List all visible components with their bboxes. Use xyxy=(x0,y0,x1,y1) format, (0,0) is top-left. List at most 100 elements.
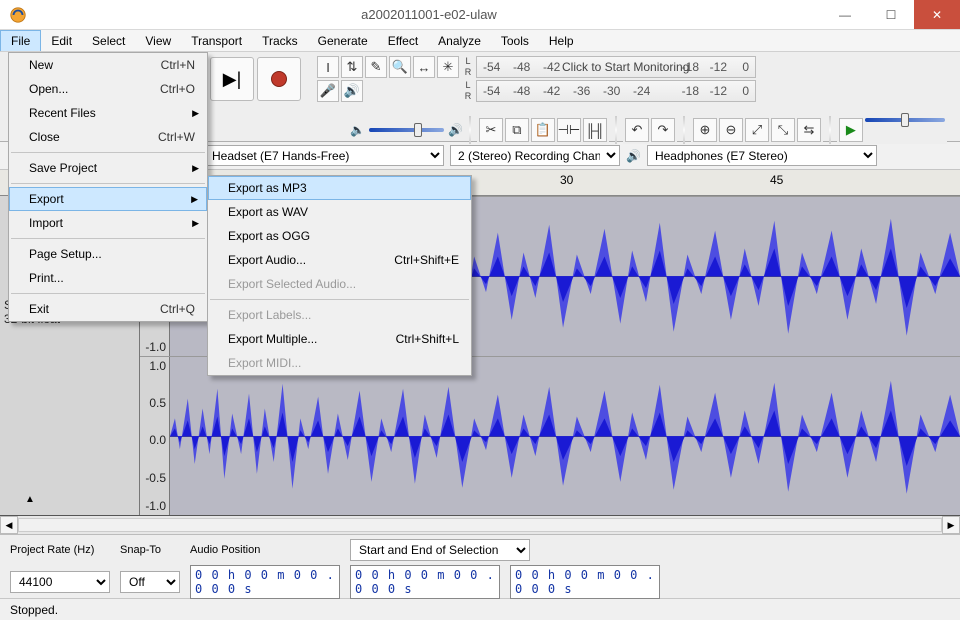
file-menu-item[interactable]: CloseCtrl+W xyxy=(9,125,207,149)
play-at-speed-toolbar: ▶ xyxy=(837,116,947,144)
menu-view[interactable]: View xyxy=(135,30,181,51)
zoom-in-icon[interactable]: ⊕ xyxy=(693,118,717,142)
window-title: a2002011001-e02-ulaw xyxy=(36,7,822,22)
menu-tracks[interactable]: Tracks xyxy=(252,30,308,51)
timeshift-tool-icon[interactable]: ↔ xyxy=(413,56,435,78)
speaker-max-icon: 🔊 xyxy=(448,123,463,137)
selection-mode-select[interactable]: Start and End of Selection xyxy=(350,539,530,561)
menu-bar: File Edit Select View Transport Tracks G… xyxy=(0,30,960,52)
snap-to-label: Snap-To xyxy=(120,544,180,556)
envelope-tool-icon[interactable]: ⇅ xyxy=(341,56,363,78)
zoom-toolbar: ⊕ ⊖ ⤢ ⤡ ⇆ xyxy=(691,116,823,144)
tool-grid: I ⇅ ✎ 🔍 ↔ ✳ 🎤 🔊 xyxy=(317,56,459,102)
status-bar: Stopped. xyxy=(0,598,960,620)
record-icon xyxy=(271,71,287,87)
file-menu-item[interactable]: Export▶ xyxy=(9,187,207,211)
export-menu-item[interactable]: Export Multiple...Ctrl+Shift+L xyxy=(208,327,471,351)
selection-toolbar: Project Rate (Hz) Snap-To Audio Position… xyxy=(0,534,960,598)
app-logo xyxy=(6,3,30,27)
undo-icon[interactable]: ↶ xyxy=(625,118,649,142)
menu-generate[interactable]: Generate xyxy=(308,30,378,51)
silence-icon[interactable]: ╟╢ xyxy=(583,118,607,142)
audio-position-label: Audio Position xyxy=(190,544,340,556)
selection-end-value[interactable]: 0 0 h 0 0 m 0 0 . 0 0 0 s xyxy=(510,565,660,599)
draw-tool-icon[interactable]: ✎ xyxy=(365,56,387,78)
file-menu-item[interactable]: Save Project▶ xyxy=(9,156,207,180)
export-menu-item: Export MIDI... xyxy=(208,351,471,375)
file-menu-item[interactable]: Open...Ctrl+O xyxy=(9,77,207,101)
menu-help[interactable]: Help xyxy=(539,30,584,51)
menu-analyze[interactable]: Analyze xyxy=(428,30,491,51)
redo-icon[interactable]: ↷ xyxy=(651,118,675,142)
playback-dev-icon: 🔊 xyxy=(626,149,641,163)
play-at-speed-icon[interactable]: ▶ xyxy=(839,118,863,142)
file-menu-item[interactable]: Import▶ xyxy=(9,211,207,235)
menu-edit[interactable]: Edit xyxy=(41,30,82,51)
cut-icon[interactable]: ✂ xyxy=(479,118,503,142)
speaker-min-icon: 🔈 xyxy=(350,123,365,137)
menu-file[interactable]: File xyxy=(0,30,41,51)
mic-icon[interactable]: 🎤 xyxy=(317,80,339,102)
export-menu-item[interactable]: Export Audio...Ctrl+Shift+E xyxy=(208,248,471,272)
undo-toolbar: ↶ ↷ xyxy=(623,116,677,144)
file-menu-item[interactable]: ExitCtrl+Q xyxy=(9,297,207,321)
export-menu-item[interactable]: Export as OGG xyxy=(208,224,471,248)
status-text: Stopped. xyxy=(10,603,58,617)
zoom-tool-icon[interactable]: 🔍 xyxy=(389,56,411,78)
copy-icon[interactable]: ⧉ xyxy=(505,118,529,142)
collapse-icon[interactable]: ▲ xyxy=(25,494,35,505)
play-meter-bar[interactable]: -54 -48 -42 -36 -30 -24 -18 -12 0 xyxy=(476,80,756,102)
title-bar: a2002011001-e02-ulaw ― ☐ ✕ xyxy=(0,0,960,30)
record-button[interactable] xyxy=(257,57,301,101)
menu-transport[interactable]: Transport xyxy=(181,30,252,51)
scroll-left-icon[interactable]: ◀ xyxy=(0,516,18,534)
export-menu-item[interactable]: Export as WAV xyxy=(208,200,471,224)
selection-tool-icon[interactable]: I xyxy=(317,56,339,78)
recording-meter[interactable]: LR -54 -48 -42 Click to Start Monitoring… xyxy=(462,56,756,102)
amplitude-scale: 1.0 0.5 0.0 -0.5 -1.0 xyxy=(140,357,170,516)
close-button[interactable]: ✕ xyxy=(914,0,960,29)
project-rate-select[interactable]: 44100 xyxy=(10,571,110,593)
maximize-button[interactable]: ☐ xyxy=(868,0,914,29)
skip-end-button[interactable]: ▶| xyxy=(210,57,254,101)
menu-effect[interactable]: Effect xyxy=(378,30,428,51)
zoom-toggle-icon[interactable]: ⇆ xyxy=(797,118,821,142)
export-menu-item[interactable]: Export as MP3 xyxy=(208,176,471,200)
scroll-right-icon[interactable]: ▶ xyxy=(942,516,960,534)
file-menu-dropdown: NewCtrl+NOpen...Ctrl+ORecent Files▶Close… xyxy=(8,52,208,322)
menu-tools[interactable]: Tools xyxy=(491,30,539,51)
export-menu-item: Export Selected Audio... xyxy=(208,272,471,296)
edit-toolbar: ✂ ⧉ 📋 ⊣⊢ ╟╢ xyxy=(477,116,609,144)
volume-slider[interactable] xyxy=(369,128,444,132)
audio-host-select[interactable]: Headset (E7 Hands-Free) xyxy=(204,145,444,166)
window-buttons: ― ☐ ✕ xyxy=(822,0,960,29)
file-menu-item[interactable]: Page Setup... xyxy=(9,242,207,266)
snap-to-select[interactable]: Off xyxy=(120,571,180,593)
playback-speed-slider[interactable] xyxy=(865,118,945,122)
zoom-fit-sel-icon[interactable]: ⤢ xyxy=(745,118,769,142)
playback-device-select[interactable]: Headphones (E7 Stereo) xyxy=(647,145,877,166)
rec-meter-bar[interactable]: -54 -48 -42 Click to Start Monitoring -1… xyxy=(476,56,756,78)
volume-slider-group: 🔈 🔊 xyxy=(350,123,463,137)
recording-channels-select[interactable]: 2 (Stereo) Recording Chan xyxy=(450,145,620,166)
paste-icon[interactable]: 📋 xyxy=(531,118,555,142)
zoom-out-icon[interactable]: ⊖ xyxy=(719,118,743,142)
selection-start-value[interactable]: 0 0 h 0 0 m 0 0 . 0 0 0 s xyxy=(350,565,500,599)
multi-tool-icon[interactable]: ✳ xyxy=(437,56,459,78)
file-menu-item[interactable]: NewCtrl+N xyxy=(9,53,207,77)
waveform-right[interactable] xyxy=(170,357,960,516)
horizontal-scrollbar[interactable]: ◀ ▶ xyxy=(0,516,960,534)
file-menu-item[interactable]: Recent Files▶ xyxy=(9,101,207,125)
trim-icon[interactable]: ⊣⊢ xyxy=(557,118,581,142)
export-submenu: Export as MP3Export as WAVExport as OGGE… xyxy=(207,175,472,376)
speaker-icon[interactable]: 🔊 xyxy=(341,80,363,102)
minimize-button[interactable]: ― xyxy=(822,0,868,29)
zoom-fit-proj-icon[interactable]: ⤡ xyxy=(771,118,795,142)
project-rate-label: Project Rate (Hz) xyxy=(10,544,110,556)
audio-position-value[interactable]: 0 0 h 0 0 m 0 0 . 0 0 0 s xyxy=(190,565,340,599)
file-menu-item[interactable]: Print... xyxy=(9,266,207,290)
export-menu-item: Export Labels... xyxy=(208,303,471,327)
scroll-track[interactable] xyxy=(18,518,942,532)
menu-select[interactable]: Select xyxy=(82,30,135,51)
channel-right: 1.0 0.5 0.0 -0.5 -1.0 xyxy=(140,356,960,516)
